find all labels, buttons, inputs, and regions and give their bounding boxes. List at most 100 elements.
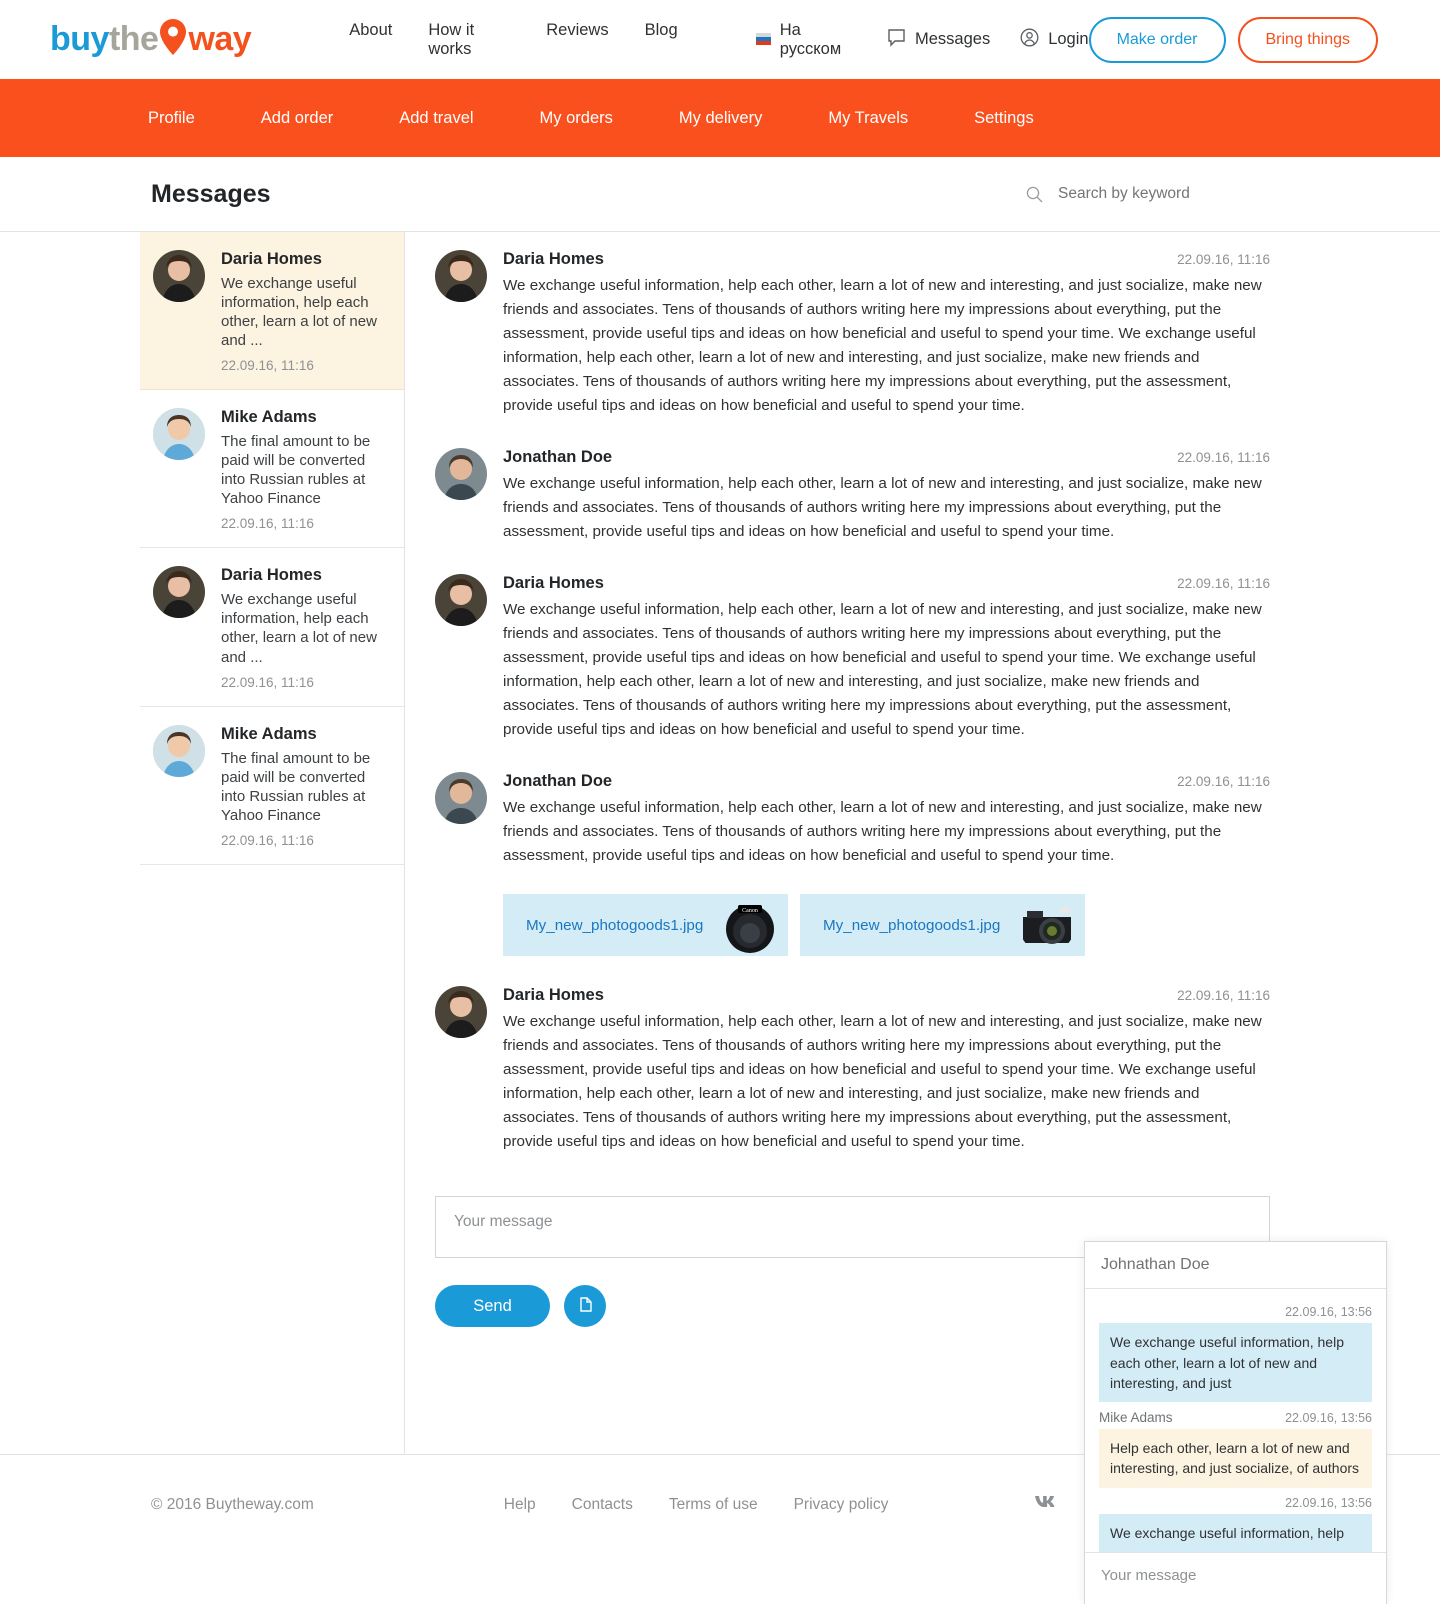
file-attach-icon	[577, 1295, 594, 1317]
message-body: Daria Homes 22.09.16, 11:16 We exchange …	[503, 986, 1270, 1154]
message-sender: Jonathan Doe	[503, 448, 613, 467]
attachment-filename: My_new_photogoods1.jpg	[526, 916, 704, 934]
message-header: Daria Homes 22.09.16, 11:16	[503, 250, 1270, 269]
make-order-button[interactable]: Make order	[1088, 16, 1226, 63]
conversation-item-1[interactable]: Mike Adams The final amount to be paid w…	[140, 390, 404, 549]
conversation-time: 22.09.16, 11:16	[221, 832, 314, 848]
chat-message-bubble-2: We exchange useful information, help	[1099, 1513, 1372, 1552]
search-input[interactable]	[1056, 184, 1256, 204]
language-label: На русском	[779, 20, 842, 58]
subnav-item-my-orders[interactable]: My orders	[507, 109, 646, 128]
footer-link-privacy[interactable]: Privacy policy	[794, 1496, 889, 1514]
account-subnav: Profile Add order Add travel My orders M…	[0, 79, 1440, 157]
user-circle-icon	[1020, 28, 1039, 52]
message-0: Daria Homes 22.09.16, 11:16 We exchange …	[435, 250, 1270, 418]
conversation-name: Mike Adams	[221, 724, 317, 743]
message-body: Jonathan Doe 22.09.16, 11:16 We exchange…	[503, 772, 1270, 957]
svg-text:Canon: Canon	[742, 908, 758, 914]
footer-link-help[interactable]: Help	[504, 1496, 536, 1514]
page-title: Messages	[151, 179, 271, 208]
message-timestamp: 22.09.16, 11:16	[1177, 450, 1270, 466]
conversation-body: Daria Homes We exchange useful informati…	[221, 250, 391, 373]
conversation-item-0[interactable]: Daria Homes We exchange useful informati…	[140, 232, 404, 391]
subnav-item-my-travels[interactable]: My Travels	[795, 109, 941, 128]
chat-message-meta-1: Mike Adams 22.09.16, 13:56	[1099, 1410, 1372, 1425]
messages-label: Messages	[915, 30, 991, 48]
message-sender: Jonathan Doe	[503, 772, 613, 791]
login-link[interactable]: Login	[1020, 28, 1089, 52]
chat-widget-input[interactable]: Your message	[1085, 1552, 1386, 1604]
message-1: Jonathan Doe 22.09.16, 11:16 We exchange…	[435, 448, 1270, 544]
chat-widget-header[interactable]: Johnathan Doe	[1085, 1242, 1386, 1290]
attachment-list: My_new_photogoods1.jpg Canon My_new_phot…	[503, 894, 1270, 957]
conversation-item-3[interactable]: Mike Adams The final amount to be paid w…	[140, 707, 404, 865]
site-logo[interactable]: buy the way	[50, 18, 252, 61]
chat-message-bubble-1: Help each other, learn a lot of new and …	[1099, 1429, 1372, 1488]
conversation-name: Daria Homes	[221, 566, 322, 585]
attachment-0[interactable]: My_new_photogoods1.jpg Canon	[503, 894, 788, 957]
message-text: We exchange useful information, help eac…	[503, 277, 1262, 415]
chat-widget-body: 22.09.16, 13:56 We exchange useful infor…	[1085, 1289, 1386, 1552]
bring-things-button[interactable]: Bring things	[1237, 16, 1378, 63]
avatar	[435, 772, 487, 825]
avatar	[153, 566, 205, 619]
language-switcher[interactable]: На русском	[755, 20, 857, 59]
nav-item-reviews[interactable]: Reviews	[546, 21, 608, 59]
chat-widget-title: Johnathan Doe	[1101, 1256, 1210, 1274]
message-3: Jonathan Doe 22.09.16, 11:16 We exchange…	[435, 772, 1270, 957]
map-pin-icon	[159, 18, 187, 55]
chat-message-bubble-0: We exchange useful information, help eac…	[1099, 1323, 1372, 1403]
message-text: We exchange useful information, help eac…	[503, 475, 1262, 541]
russian-flag-icon	[755, 33, 771, 46]
chat-message-time: 22.09.16, 13:56	[1285, 1495, 1372, 1510]
footer-link-terms[interactable]: Terms of use	[669, 1496, 758, 1514]
avatar	[435, 250, 487, 302]
subnav-item-profile[interactable]: Profile	[148, 109, 228, 128]
conversation-list: Daria Homes We exchange useful informati…	[140, 232, 405, 1454]
subnav-item-my-delivery[interactable]: My delivery	[646, 109, 795, 128]
footer-link-contacts[interactable]: Contacts	[572, 1496, 633, 1514]
conversation-name: Mike Adams	[221, 408, 317, 427]
message-header: Daria Homes 22.09.16, 11:16	[503, 574, 1270, 593]
conversation-item-2[interactable]: Daria Homes We exchange useful informati…	[140, 548, 404, 707]
nav-item-about[interactable]: About	[349, 21, 392, 59]
nav-item-how-it-works[interactable]: How it works	[428, 21, 510, 59]
speech-bubble-icon	[887, 28, 906, 52]
message-text: We exchange useful information, help eac…	[503, 601, 1262, 739]
message-2: Daria Homes 22.09.16, 11:16 We exchange …	[435, 574, 1270, 742]
message-body: Daria Homes 22.09.16, 11:16 We exchange …	[503, 574, 1270, 742]
nav-item-blog[interactable]: Blog	[645, 21, 678, 59]
message-header: Jonathan Doe 22.09.16, 11:16	[503, 448, 1270, 467]
message-sender: Daria Homes	[503, 574, 604, 593]
camera-body-thumbnail-icon	[1019, 897, 1075, 954]
send-button[interactable]: Send	[435, 1285, 550, 1328]
floating-chat-widget: Johnathan Doe 22.09.16, 13:56 We exchang…	[1084, 1241, 1387, 1604]
conversation-time: 22.09.16, 11:16	[221, 358, 314, 374]
conversation-body: Mike Adams The final amount to be paid w…	[221, 725, 391, 848]
message-sender: Daria Homes	[503, 986, 604, 1005]
subnav-item-add-order[interactable]: Add order	[228, 109, 366, 128]
conversation-name: Daria Homes	[221, 250, 322, 268]
logo-buy: buy	[50, 20, 109, 58]
utility-nav: На русском Messages Login	[755, 20, 1089, 59]
message-timestamp: 22.09.16, 11:16	[1177, 774, 1270, 790]
attachment-1[interactable]: My_new_photogoods1.jpg	[800, 894, 1085, 957]
vk-icon[interactable]	[1034, 1495, 1058, 1515]
message-text: We exchange useful information, help eac…	[503, 1013, 1262, 1151]
chat-message-time: 22.09.16, 13:56	[1285, 1305, 1372, 1320]
header-actions: Make order Bring things	[1088, 16, 1378, 63]
message-body: Jonathan Doe 22.09.16, 11:16 We exchange…	[503, 448, 1270, 544]
messages-link[interactable]: Messages	[887, 28, 990, 52]
message-4: Daria Homes 22.09.16, 11:16 We exchange …	[435, 986, 1270, 1154]
chat-message-sender: Mike Adams	[1099, 1410, 1173, 1426]
message-header: Jonathan Doe 22.09.16, 11:16	[503, 772, 1270, 791]
message-timestamp: 22.09.16, 11:16	[1177, 252, 1270, 267]
chat-message-time: 22.09.16, 13:56	[1285, 1411, 1372, 1426]
avatar	[153, 724, 205, 777]
conversation-time: 22.09.16, 11:16	[221, 516, 314, 532]
attach-file-button[interactable]	[564, 1285, 606, 1328]
copyright: © 2016 Buytheway.com	[151, 1495, 314, 1513]
subnav-item-add-travel[interactable]: Add travel	[366, 109, 506, 128]
subnav-item-settings[interactable]: Settings	[941, 109, 1067, 128]
chat-message-meta-0: 22.09.16, 13:56	[1099, 1305, 1372, 1319]
